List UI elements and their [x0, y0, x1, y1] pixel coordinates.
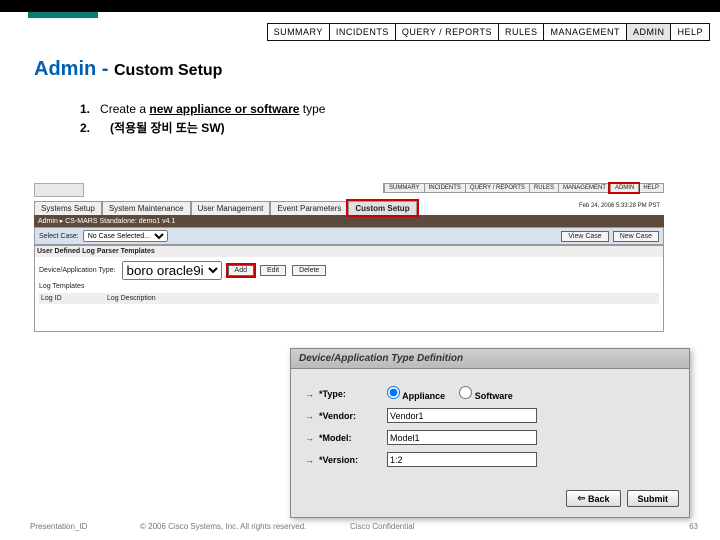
slide-footer: Presentation_ID © 2006 Cisco Systems, In… — [30, 522, 698, 531]
new-case-button[interactable]: New Case — [613, 231, 659, 242]
arrow-icon: → — [305, 455, 319, 465]
type-appliance-radio[interactable]: Appliance — [387, 386, 445, 401]
nav-management[interactable]: MANAGEMENT — [543, 24, 626, 40]
instruction-list: 1. Create a new appliance or software ty… — [80, 100, 325, 138]
back-button[interactable]: ⇦Back — [566, 490, 620, 507]
model-field[interactable] — [387, 430, 537, 445]
nav-rules[interactable]: RULES — [498, 24, 544, 40]
delete-button[interactable]: Delete — [292, 265, 326, 276]
view-case-button[interactable]: View Case — [561, 231, 608, 242]
custom-setup-tab: Custom Setup — [348, 201, 416, 215]
case-select[interactable]: No Case Selected... — [83, 230, 168, 242]
arrow-icon: → — [305, 433, 319, 443]
nav-incidents[interactable]: INCIDENTS — [329, 24, 395, 40]
embed-nav: SUMMARY INCIDENTS QUERY / REPORTS RULES … — [383, 183, 664, 193]
type-definition-dialog: Device/Application Type Definition → *Ty… — [290, 348, 690, 518]
edit-button[interactable]: Edit — [260, 265, 286, 276]
arrow-icon: → — [305, 411, 319, 421]
version-field[interactable] — [387, 452, 537, 467]
vendor-field[interactable] — [387, 408, 537, 423]
nav-query[interactable]: QUERY / REPORTS — [395, 24, 498, 40]
type-software-radio[interactable]: Software — [459, 386, 513, 401]
nav-admin[interactable]: ADMIN — [626, 24, 671, 40]
embed-admin-tab: ADMIN — [610, 184, 638, 192]
add-button[interactable]: Add — [228, 265, 254, 276]
back-arrow-icon: ⇦ — [577, 493, 585, 504]
submit-button[interactable]: Submit — [627, 490, 680, 507]
screenshot-embed: SUMMARY INCIDENTS QUERY / REPORTS RULES … — [34, 183, 664, 332]
device-type-select[interactable]: boro oracle9i — [122, 261, 222, 280]
main-nav: SUMMARY INCIDENTS QUERY / REPORTS RULES … — [267, 23, 710, 41]
nav-help[interactable]: HELP — [670, 24, 709, 40]
cisco-logo — [34, 183, 84, 197]
nav-summary[interactable]: SUMMARY — [268, 24, 329, 40]
breadcrumb: Admin ▸ CS-MARS Standalone: demo1 v4.1 — [34, 215, 664, 227]
page-title: Admin - Custom Setup — [34, 58, 222, 81]
dialog-title: Device/Application Type Definition — [291, 349, 689, 369]
brand-accent — [28, 12, 98, 18]
arrow-icon: → — [305, 389, 319, 399]
